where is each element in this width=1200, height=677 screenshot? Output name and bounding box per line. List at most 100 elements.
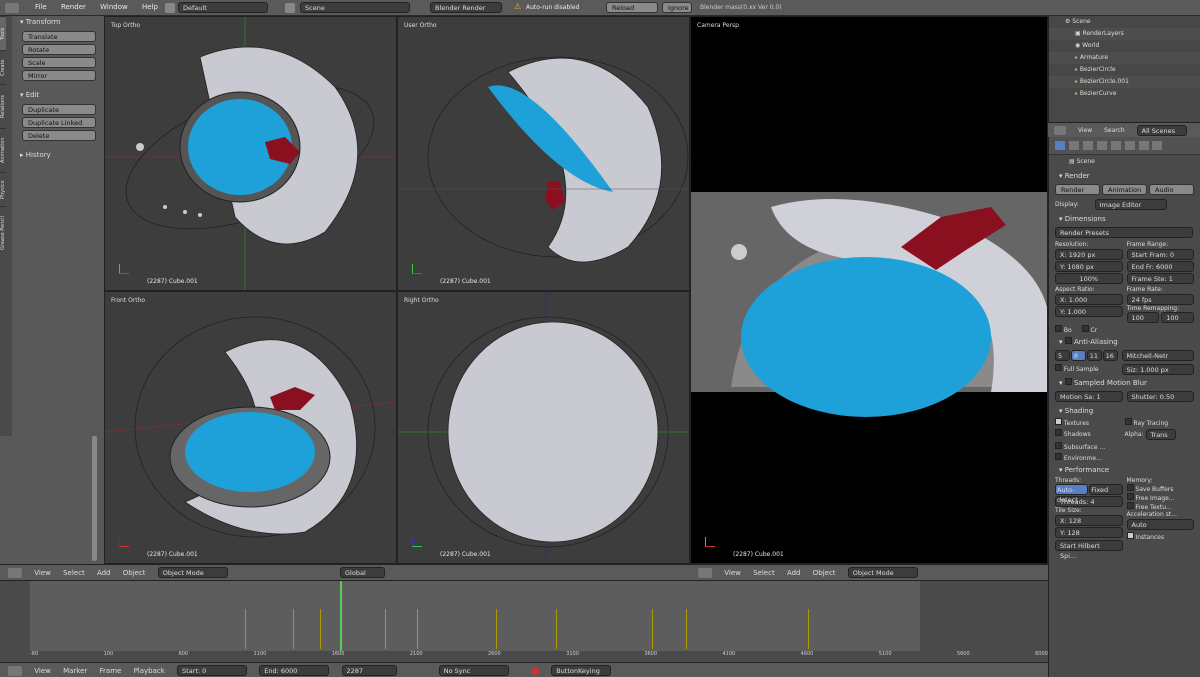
editor-type-icon[interactable] <box>8 665 22 676</box>
orientation-selector[interactable]: Global <box>340 567 386 578</box>
outliner-item[interactable]: ▣ RenderLayers <box>1049 28 1200 40</box>
start-frame-field[interactable]: Start: 0 <box>177 665 248 676</box>
history-panel-header[interactable]: ▸ History <box>14 149 102 162</box>
outliner-item[interactable]: ⚙ Scene <box>1049 16 1200 28</box>
tab-relations[interactable]: Relations <box>0 84 6 128</box>
motion-samples-field[interactable]: Motion Sa: 1 <box>1055 391 1123 402</box>
display-selector[interactable]: Image Editor <box>1094 199 1167 210</box>
timeline-marker[interactable] <box>652 609 653 649</box>
threads-count-field[interactable]: Threads: 4 <box>1055 496 1123 507</box>
aspect-y-field[interactable]: Y: 1.000 <box>1055 306 1123 317</box>
shading-panel-header[interactable]: ▾ Shading <box>1049 404 1200 417</box>
resolution-percentage-field[interactable]: 100% <box>1055 273 1123 284</box>
acceleration-selector[interactable]: Auto <box>1126 519 1194 530</box>
end-frame-field[interactable]: End: 6000 <box>259 665 330 676</box>
animation-button[interactable]: Animation <box>1102 184 1147 195</box>
timeline-marker[interactable] <box>320 609 321 649</box>
reload-trusted-button[interactable]: Reload Trusted <box>606 2 658 22</box>
material-context-icon[interactable] <box>1138 141 1149 150</box>
sync-selector[interactable]: No Sync <box>438 665 509 676</box>
duplicate-button[interactable]: Duplicate <box>22 104 96 115</box>
layout-icon[interactable] <box>165 3 175 13</box>
timeline-marker[interactable] <box>245 609 246 649</box>
frame-step-field[interactable]: Frame Ste: 1 <box>1126 273 1194 284</box>
outliner-tab-search[interactable]: Search <box>1104 127 1125 134</box>
menu-window[interactable]: Window <box>100 3 128 11</box>
timeline-marker[interactable] <box>385 609 386 649</box>
aa-samples-11[interactable]: 11 <box>1086 350 1102 361</box>
viewport-user-ortho[interactable]: User Ortho (2287) Cube.001 <box>397 16 690 291</box>
ignore-button[interactable]: Ignore <box>662 2 692 13</box>
save-buffers-checkbox[interactable] <box>1126 484 1134 491</box>
aa-filter-size-field[interactable]: Siz: 1.000 px <box>1121 364 1194 375</box>
transform-panel-header[interactable]: ▾ Transform <box>14 16 102 29</box>
outliner-item[interactable]: ◉ World <box>1049 40 1200 52</box>
outliner-item[interactable]: ▸ BezierCircle <box>1049 64 1200 76</box>
crop-checkbox[interactable] <box>1081 325 1089 332</box>
aa-samples-5[interactable]: 5 <box>1055 350 1070 361</box>
rotate-button[interactable]: Rotate <box>22 44 96 55</box>
start-frame-field[interactable]: Start Fram: 0 <box>1126 249 1194 260</box>
texture-context-icon[interactable] <box>1152 141 1163 150</box>
mirror-button[interactable]: Mirror <box>22 70 96 81</box>
outliner-item[interactable]: ▸ BezierCurve <box>1049 88 1200 100</box>
menu-view[interactable]: View <box>34 569 51 577</box>
alpha-selector[interactable]: Trans <box>1145 429 1176 440</box>
subsurface-checkbox[interactable] <box>1055 442 1062 449</box>
shutter-field[interactable]: Shutter: 0.50 <box>1126 391 1194 402</box>
timeline-marker[interactable] <box>686 609 687 649</box>
viewport-right-ortho[interactable]: Right Ortho (2287) Cube.001 <box>397 291 690 564</box>
tab-create[interactable]: Create <box>0 50 6 84</box>
tool-shelf-scrollbar[interactable] <box>92 436 97 561</box>
use-instances-checkbox[interactable] <box>1126 532 1134 539</box>
outliner-item[interactable]: ▸ Armature <box>1049 52 1200 64</box>
menu-render[interactable]: Render <box>61 3 86 11</box>
object-context-icon[interactable] <box>1110 141 1121 150</box>
tab-physics[interactable]: Physics <box>0 172 6 206</box>
anti-aliasing-panel-header[interactable]: ▾ Anti-Aliasing <box>1049 335 1200 348</box>
aa-filter-selector[interactable]: Mitchell-Netr <box>1121 350 1194 361</box>
border-checkbox[interactable] <box>1055 325 1062 332</box>
layers-context-icon[interactable] <box>1068 141 1079 150</box>
aa-checkbox[interactable] <box>1064 337 1072 344</box>
timeline-area[interactable] <box>30 581 920 651</box>
edit-panel-header[interactable]: ▾ Edit <box>14 89 102 102</box>
menu-object[interactable]: Object <box>123 569 146 577</box>
free-image-checkbox[interactable] <box>1126 493 1134 500</box>
resolution-y-field[interactable]: Y: 1080 px <box>1055 261 1123 272</box>
resolution-x-field[interactable]: X: 1920 px <box>1055 249 1123 260</box>
tab-animation[interactable]: Animation <box>0 128 6 172</box>
menu-add[interactable]: Add <box>97 569 111 577</box>
aa-samples-16[interactable]: 16 <box>1102 350 1118 361</box>
tab-tools[interactable]: Tools <box>0 16 6 50</box>
dimensions-panel-header[interactable]: ▾ Dimensions <box>1049 212 1200 225</box>
threads-auto-button[interactable]: Auto-detect <box>1055 484 1089 504</box>
scale-button[interactable]: Scale <box>22 57 96 68</box>
textures-checkbox[interactable] <box>1055 418 1062 425</box>
viewport-camera-persp[interactable]: Camera Persp (2287) Cube.001 <box>690 16 1048 564</box>
current-frame-line[interactable] <box>340 581 342 651</box>
menu-marker[interactable]: Marker <box>63 667 87 675</box>
outliner-display-mode[interactable]: All Scenes <box>1136 125 1187 136</box>
render-presets-selector[interactable]: Render Presets <box>1055 227 1193 238</box>
info-editor-icon[interactable] <box>5 3 19 13</box>
performance-panel-header[interactable]: ▾ Performance <box>1049 463 1200 476</box>
world-context-icon[interactable] <box>1096 141 1107 150</box>
menu-file[interactable]: File <box>35 3 47 11</box>
end-frame-field[interactable]: End Fr: 6000 <box>1126 261 1194 272</box>
frame-rate-selector[interactable]: 24 fps <box>1126 294 1194 305</box>
menu-add[interactable]: Add <box>787 569 801 577</box>
timeline-marker[interactable] <box>293 609 294 649</box>
timeline-marker[interactable] <box>417 609 418 649</box>
modifier-context-icon[interactable] <box>1124 141 1135 150</box>
tab-grease-pencil[interactable]: Grease Pencil <box>0 206 6 260</box>
threads-fixed-button[interactable]: Fixed <box>1089 484 1123 495</box>
scene-context-icon[interactable] <box>1082 141 1093 150</box>
timeline-marker[interactable] <box>496 609 497 649</box>
record-icon[interactable] <box>530 666 539 675</box>
environment-checkbox[interactable] <box>1055 453 1062 460</box>
current-frame-field[interactable]: 2287 <box>341 665 397 676</box>
render-engine-selector[interactable]: Blender Render <box>430 2 502 13</box>
scene-icon[interactable] <box>285 3 295 13</box>
remap-new-field[interactable]: 100 <box>1161 312 1194 323</box>
